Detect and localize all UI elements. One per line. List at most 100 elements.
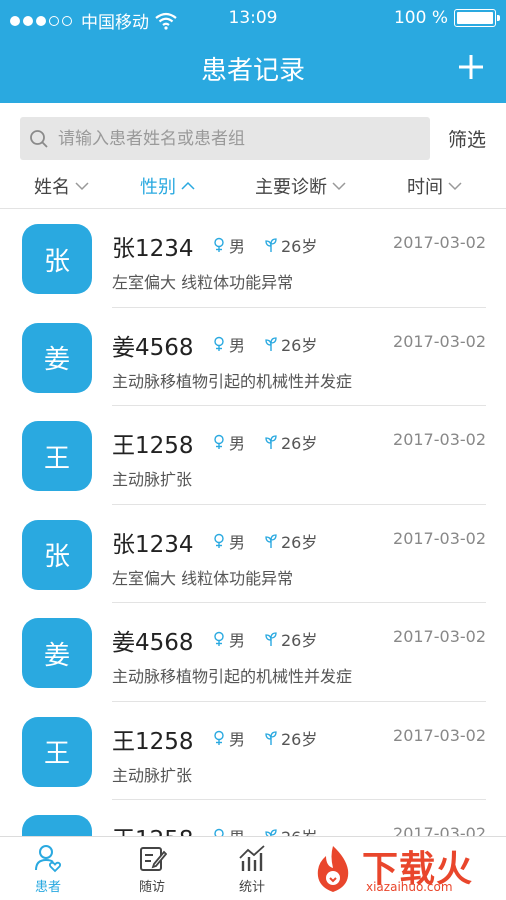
age-text: 26岁: [281, 237, 318, 256]
tab-followup[interactable]: 随访: [122, 843, 182, 895]
battery-icon: [454, 9, 500, 27]
avatar: 王: [22, 716, 92, 787]
filter-button[interactable]: 筛选: [448, 125, 486, 152]
record-date: 2017-03-02: [393, 430, 486, 449]
avatar: 王: [22, 421, 92, 491]
chevron-down-icon: [448, 182, 462, 191]
patient-diagnosis: 主动脉移植物引起的机械性并发症: [112, 667, 353, 686]
patient-name: 张1234: [112, 236, 194, 262]
tab-label: 随访: [138, 880, 165, 895]
gender-text: 男: [229, 729, 246, 749]
avatar: 王: [22, 815, 92, 836]
tab-label: 患者: [34, 880, 61, 895]
search-row: 筛选: [0, 103, 506, 165]
sprout-icon: [265, 730, 277, 745]
sprout-icon: [265, 238, 277, 252]
page-title: 患者记录: [200, 56, 305, 86]
patient-gender: 男: [212, 233, 245, 257]
gender-text: 男: [229, 237, 246, 256]
record-date: 2017-03-02: [393, 331, 486, 351]
patient-diagnosis: 主动脉移植物引起的机械性并发症: [112, 371, 353, 391]
status-right: 100 %: [393, 8, 500, 28]
patient-name: 王1258: [112, 433, 194, 459]
sort-by-gender[interactable]: 性别: [140, 173, 195, 199]
patient-diagnosis: 左室偏大 线粒体功能异常: [112, 568, 294, 588]
record-date: 2017-03-02: [393, 528, 486, 548]
patient-age: 26岁: [264, 529, 317, 553]
gender-icon: [214, 533, 224, 548]
patient-gender: 男: [212, 529, 245, 553]
sort-label: 时间: [407, 177, 443, 198]
patient-age: 26岁: [264, 430, 317, 454]
gender-text: 男: [229, 631, 246, 650]
patient-list: 张 张1234 男 26岁 2017-03-02 左室偏大 线粒体功能异常 姜 …: [0, 209, 506, 836]
avatar: 张: [22, 224, 92, 294]
sort-by-name[interactable]: 姓名: [34, 173, 89, 199]
patient-age: 26岁: [264, 332, 317, 356]
gender-icon: [214, 336, 224, 351]
list-item[interactable]: 张 张1234 男 26岁 2017-03-02 左室偏大 线粒体功能异常: [0, 209, 506, 308]
age-text: 26岁: [281, 631, 318, 650]
patient-gender: 男: [212, 824, 245, 836]
list-item[interactable]: 姜 姜4568 男 26岁 2017-03-02 主动脉移植物引起的机械性并发症: [0, 308, 506, 407]
avatar: 姜: [22, 618, 92, 688]
record-date: 2017-03-02: [393, 725, 486, 745]
sprout-icon: [265, 829, 277, 836]
search-input[interactable]: [58, 117, 418, 160]
list-item[interactable]: 王 王1258 男 26岁 2017-03-02 主动脉扩张: [0, 702, 506, 801]
gender-icon: [214, 434, 224, 449]
avatar: 姜: [22, 322, 92, 393]
gender-text: 男: [229, 532, 246, 552]
patient-name: 王1258: [112, 728, 194, 755]
age-text: 26岁: [281, 532, 318, 552]
tab-patients[interactable]: 患者: [18, 843, 78, 895]
followup-icon: [140, 847, 167, 871]
sprout-icon: [265, 632, 277, 646]
sprout-icon: [265, 533, 277, 548]
record-date: 2017-03-02: [393, 627, 486, 646]
list-item[interactable]: 姜 姜4568 男 26岁 2017-03-02 主动脉移植物引起的机械性并发症: [0, 603, 506, 702]
search-box[interactable]: [20, 117, 430, 160]
sort-label: 姓名: [34, 177, 70, 198]
battery-percent: 100 %: [393, 8, 448, 28]
age-text: 26岁: [281, 335, 318, 355]
gender-icon: [214, 828, 224, 836]
patient-diagnosis: 主动脉扩张: [112, 470, 193, 489]
sprout-icon: [265, 336, 277, 351]
tab-stats[interactable]: 统计: [222, 843, 282, 895]
record-date: 2017-03-02: [393, 824, 486, 836]
tab-label: 统计: [238, 880, 265, 895]
watermark-url: xiazaihuo.com: [366, 880, 453, 894]
patient-name: 姜4568: [112, 630, 194, 656]
patient-diagnosis: 左室偏大 线粒体功能异常: [112, 273, 294, 292]
gender-icon: [214, 631, 224, 646]
gender-icon: [214, 237, 224, 252]
list-item[interactable]: 王 王1258 男 26岁 2017-03-02 主动脉扩张: [0, 406, 506, 505]
record-date: 2017-03-02: [393, 233, 486, 252]
flame-icon: [317, 846, 349, 892]
patient-gender: 男: [212, 627, 245, 651]
status-bar: 中国移动 13:09 100 %: [0, 0, 506, 36]
patient-gender: 男: [212, 332, 245, 356]
avatar: 张: [22, 519, 92, 590]
patient-icon: [35, 845, 62, 873]
patient-gender: 男: [212, 430, 245, 454]
watermark-logo: 下载火 xiazaihuo.com: [300, 838, 500, 896]
age-text: 26岁: [281, 729, 318, 749]
patient-age: 26岁: [264, 233, 317, 257]
gender-text: 男: [229, 824, 245, 836]
patient-age: 26岁: [264, 726, 317, 750]
sort-by-time[interactable]: 时间: [407, 173, 462, 199]
gender-text: 男: [229, 335, 246, 355]
sort-by-diagnosis[interactable]: 主要诊断: [255, 173, 346, 199]
list-item[interactable]: 张 张1234 男 26岁 2017-03-02 左室偏大 线粒体功能异常: [0, 505, 506, 604]
sort-bar: 姓名 性别 主要诊断 时间: [0, 165, 506, 209]
patient-name: 张1234: [112, 531, 194, 558]
sort-label: 性别: [140, 177, 176, 198]
stats-icon: [239, 845, 265, 871]
add-patient-button[interactable]: [454, 50, 488, 84]
patient-gender: 男: [212, 726, 245, 750]
app-header: 中国移动 13:09 100 % 患者记录: [0, 0, 506, 103]
list-item[interactable]: 王 王1258 男 26岁 2017-03-02: [0, 800, 506, 836]
chevron-up-icon: [181, 181, 195, 190]
